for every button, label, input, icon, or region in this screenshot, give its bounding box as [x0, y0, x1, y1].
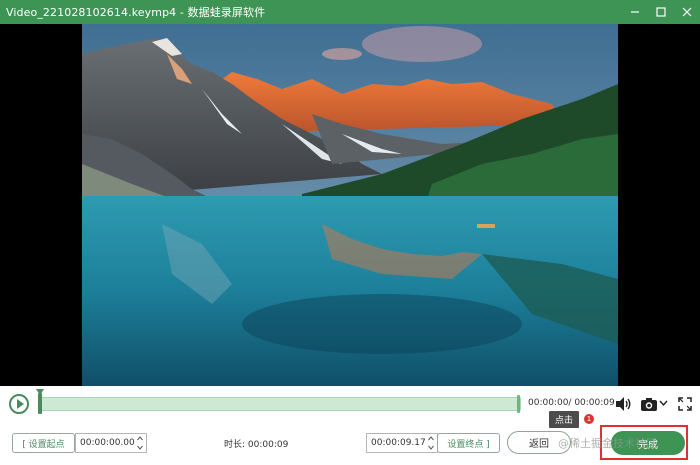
video-frame — [82, 24, 618, 386]
set-end-button[interactable]: 设置终点 ] — [437, 433, 500, 453]
title-bar: Video_221028102614.keymp4 - 数据蛙录屏软件 — [0, 0, 700, 24]
chevron-up-icon — [137, 436, 143, 441]
end-time-value: 00:00:09.17 — [371, 438, 426, 448]
back-button[interactable]: 返回 — [507, 431, 571, 454]
maximize-icon — [656, 7, 666, 17]
fullscreen-icon[interactable] — [678, 397, 692, 411]
click-tooltip: 点击 — [549, 411, 579, 428]
timeline-track[interactable] — [40, 397, 521, 411]
timeline-row: 00:00:00/ 00:00:09 — [0, 386, 700, 424]
maximize-button[interactable] — [648, 0, 674, 24]
play-icon — [16, 399, 24, 409]
minimize-button[interactable] — [622, 0, 648, 24]
done-button[interactable]: 完成 — [611, 431, 685, 455]
end-time-spinner[interactable] — [428, 436, 434, 450]
duration-text: 时长: 00:00:09 — [224, 440, 289, 450]
volume-icon[interactable] — [614, 395, 632, 413]
set-start-button[interactable]: [ 设置起点 — [12, 433, 75, 453]
start-time-input[interactable]: 00:00:00.00 — [75, 433, 147, 453]
video-preview-area[interactable] — [0, 24, 700, 386]
step-badge: 1 — [584, 414, 594, 424]
chevron-down-icon — [137, 445, 143, 450]
window-title: Video_221028102614.keymp4 - 数据蛙录屏软件 — [6, 6, 266, 19]
chevron-down-icon[interactable] — [659, 400, 668, 406]
close-button[interactable] — [674, 0, 700, 24]
end-time-input[interactable]: 00:00:09.17 — [366, 433, 438, 453]
chevron-down-icon — [428, 445, 434, 450]
trim-start-handle[interactable] — [38, 393, 42, 414]
window-controls — [622, 0, 700, 24]
trim-controls: [ 设置起点 00:00:00.00 时长: 00:00:09 00:00:09… — [0, 424, 700, 465]
close-icon — [682, 7, 692, 17]
start-time-spinner[interactable] — [137, 436, 143, 450]
chevron-up-icon — [428, 436, 434, 441]
start-time-value: 00:00:00.00 — [80, 438, 135, 448]
minimize-icon — [631, 11, 639, 13]
mountain-lake-image — [82, 24, 618, 386]
app-window: Video_221028102614.keymp4 - 数据蛙录屏软件 00:0… — [0, 0, 700, 465]
play-button[interactable] — [9, 394, 29, 414]
camera-icon[interactable] — [640, 396, 658, 412]
trim-end-handle[interactable] — [517, 395, 520, 413]
time-readout: 00:00:00/ 00:00:09 — [528, 398, 615, 408]
